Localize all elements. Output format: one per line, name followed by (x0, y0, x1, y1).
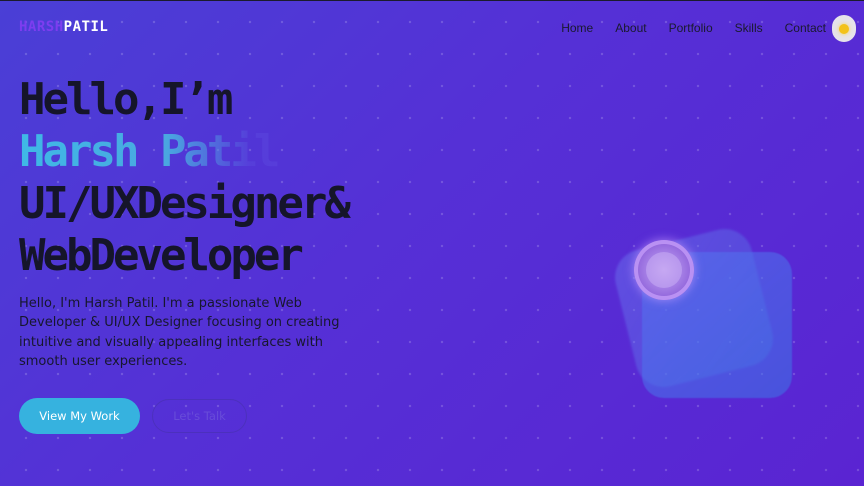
logo[interactable]: HARSHPATIL (19, 19, 108, 35)
theme-toggle-button[interactable] (832, 15, 856, 42)
hero-greeting: Hello,I’m (19, 74, 233, 125)
site-header: HARSHPATIL Home About Portfolio Skills C… (0, 0, 864, 56)
view-my-work-button[interactable]: View My Work (19, 398, 140, 434)
logo-first-name: HARSH (19, 19, 64, 35)
hero-bio: Hello, I'm Harsh Patil. I'm a passionate… (19, 296, 340, 369)
hero-role-line1: UI/UXDesigner& (19, 178, 351, 229)
hero-name: Harsh Patil (19, 126, 348, 178)
sun-icon (839, 23, 849, 34)
nav-link-about[interactable]: About (615, 20, 646, 36)
nav-link-skills[interactable]: Skills (735, 20, 763, 36)
nav-link-home[interactable]: Home (561, 20, 593, 36)
nav-link-portfolio[interactable]: Portfolio (669, 20, 713, 36)
lets-talk-button[interactable]: Let's Talk (152, 399, 247, 433)
hero-role-line2: WebDeveloper (19, 230, 304, 281)
nav-link-contact[interactable]: Contact (785, 20, 826, 36)
hero-illustration (609, 222, 800, 412)
main-nav: Home About Portfolio Skills Contact (539, 20, 826, 36)
hero-heading: Hello,I’m Harsh Patil UI/UXDesigner& Web… (19, 74, 351, 282)
illustration-orb (634, 240, 694, 300)
logo-last-name: PATIL (63, 19, 109, 35)
